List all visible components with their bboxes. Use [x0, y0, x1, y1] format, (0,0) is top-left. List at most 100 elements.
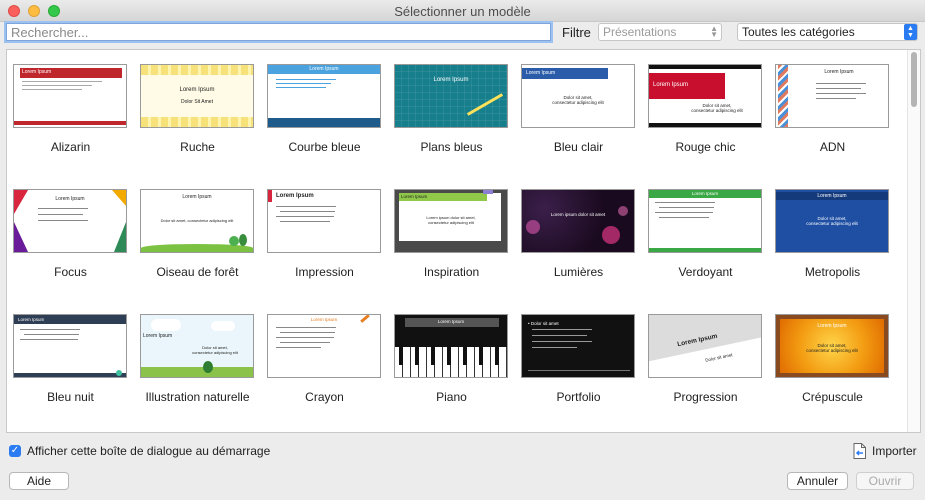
template-thumbnail[interactable]: Lorem Ipsum: [394, 64, 508, 128]
show-at-startup-label: Afficher cette boîte de dialogue au déma…: [27, 444, 271, 458]
thumb-decoration: [276, 216, 334, 217]
template-thumbnail[interactable]: Lorem Ipsum Dolor sit amet, consectetur …: [775, 314, 889, 378]
open-button[interactable]: Ouvrir: [856, 472, 914, 490]
thumb-subtitle: Dolor sit amet, consectetur adipiscing e…: [691, 103, 743, 113]
template-tile[interactable]: Lorem Ipsum Dolor sit amet, consectetur …: [769, 175, 896, 279]
template-thumbnail[interactable]: Lorem Ipsum Dolor Sit Amet: [140, 64, 254, 128]
thumb-title: • Dolor sit amet: [528, 321, 559, 326]
import-icon[interactable]: [853, 443, 866, 459]
template-thumbnail[interactable]: Lorem Ipsum Dolor sit amet, consectetur …: [140, 189, 254, 253]
thumb-title: Lorem Ipsum: [691, 191, 719, 196]
thumb-decoration: [395, 65, 507, 127]
template-label: Focus: [54, 265, 87, 279]
thumb-decoration: [203, 361, 213, 373]
thumb-decoration: [532, 341, 592, 342]
template-label: Rouge chic: [675, 140, 736, 154]
template-thumbnail[interactable]: Lorem Ipsum: [267, 64, 381, 128]
thumb-decoration: [655, 212, 713, 213]
thumb-decoration: [114, 222, 126, 252]
template-grid: Lorem Ipsum Alizarin Lorem Ipsum Dolor S…: [6, 49, 921, 433]
template-tile[interactable]: Lorem Ipsum Dolor sit amet, consectetur …: [769, 300, 896, 404]
template-label: Ruche: [180, 140, 215, 154]
template-tile[interactable]: Lorem Ipsum Lorem ipsum dolor sit amet, …: [388, 175, 515, 279]
thumb-decoration: [532, 329, 592, 330]
template-tile[interactable]: Lorem Ipsum Verdoyant: [642, 175, 769, 279]
thumb-decoration: [602, 226, 620, 244]
template-thumbnail[interactable]: Lorem Ipsum Dolor sit amet, consectetur …: [775, 189, 889, 253]
vertical-scrollbar[interactable]: [907, 50, 920, 432]
template-tile[interactable]: Lorem Ipsum Dolor sit amet, consectetur …: [515, 50, 642, 154]
thumb-decoration: [522, 190, 634, 252]
template-thumbnail[interactable]: Lorem Ipsum: [267, 314, 381, 378]
template-tile[interactable]: • Dolor sit amet Portfolio: [515, 300, 642, 404]
template-thumbnail[interactable]: Lorem Ipsum: [267, 189, 381, 253]
template-tile[interactable]: Lorem Ipsum Dolor Sit Amet Ruche: [134, 50, 261, 154]
thumb-decoration: [239, 234, 247, 246]
thumb-subtitle: Dolor sit amet, consectetur adipiscing e…: [192, 345, 238, 355]
thumb-title: Lorem Ipsum: [401, 194, 428, 199]
template-tile[interactable]: Lorem Ipsum Dolor sit amet, consectetur …: [642, 50, 769, 154]
template-tile[interactable]: Lorem Ipsum ADN: [769, 50, 896, 154]
template-label: Bleu nuit: [47, 390, 94, 404]
thumb-title: Lorem Ipsum: [433, 77, 469, 83]
thumb-decoration: [141, 117, 253, 127]
template-thumbnail[interactable]: Lorem Ipsum: [394, 314, 508, 378]
help-button[interactable]: Aide: [9, 472, 69, 490]
scroll-thumb[interactable]: [911, 52, 917, 107]
template-thumbnail[interactable]: Lorem Ipsum Lorem ipsum dolor sit amet, …: [394, 189, 508, 253]
template-tile[interactable]: Lorem Ipsum Plans bleus: [388, 50, 515, 154]
thumb-subtitle: Dolor sit amet, consectetur adipiscing e…: [806, 216, 858, 226]
template-thumbnail[interactable]: Lorem Ipsum: [13, 64, 127, 128]
template-tile[interactable]: Lorem Ipsum Dolor sit amet Progression: [642, 300, 769, 404]
template-thumbnail[interactable]: Lorem Ipsum Dolor sit amet: [648, 314, 762, 378]
thumb-decoration: [276, 337, 334, 338]
template-thumbnail[interactable]: Lorem Ipsum Dolor sit amet, consectetur …: [648, 64, 762, 128]
type-filter-select[interactable]: Présentations ▲ ▼: [598, 23, 722, 41]
search-input[interactable]: [6, 23, 551, 41]
category-filter-select[interactable]: Toutes les catégories ▲ ▼: [737, 23, 918, 41]
template-thumbnail[interactable]: Lorem Ipsum: [775, 64, 889, 128]
thumb-decoration: [22, 89, 82, 90]
template-thumbnail[interactable]: Lorem Ipsum: [648, 189, 762, 253]
thumb-decoration: [280, 211, 335, 212]
template-label: Illustration naturelle: [145, 390, 250, 404]
thumb-title: Lorem Ipsum: [179, 87, 215, 93]
template-label: Courbe bleue: [288, 140, 361, 154]
template-tile[interactable]: Lorem Ipsum Impression: [261, 175, 388, 279]
template-tile[interactable]: Lorem Ipsum Piano: [388, 300, 515, 404]
template-tile[interactable]: Lorem Ipsum Courbe bleue: [261, 50, 388, 154]
cancel-button[interactable]: Annuler: [787, 472, 848, 490]
thumb-decoration: [38, 220, 88, 221]
template-label: Verdoyant: [678, 265, 733, 279]
thumb-decoration: [141, 367, 253, 377]
thumb-decoration: [276, 87, 326, 88]
template-tile[interactable]: Lorem ipsum dolor sit amet Lumières: [515, 175, 642, 279]
template-label: ADN: [819, 140, 846, 154]
template-tile[interactable]: Lorem Ipsum Alizarin: [7, 50, 134, 154]
template-label: Plans bleus: [420, 140, 483, 154]
template-label: Oiseau de forêt: [156, 265, 239, 279]
thumb-decoration: [276, 79, 336, 80]
template-tile[interactable]: Lorem Ipsum Focus: [7, 175, 134, 279]
template-tile[interactable]: Lorem Ipsum Dolor sit amet, consectetur …: [134, 300, 261, 404]
template-thumbnail[interactable]: Lorem ipsum dolor sit amet: [521, 189, 635, 253]
import-label[interactable]: Importer: [872, 444, 917, 458]
thumb-title: Lorem Ipsum: [22, 69, 52, 75]
template-thumbnail[interactable]: Lorem Ipsum Dolor sit amet, consectetur …: [140, 314, 254, 378]
template-tile[interactable]: Lorem Ipsum Bleu nuit: [7, 300, 134, 404]
template-thumbnail[interactable]: • Dolor sit amet: [521, 314, 635, 378]
template-tile[interactable]: Lorem Ipsum Dolor sit amet, consectetur …: [134, 175, 261, 279]
thumb-title: Lorem Ipsum: [817, 323, 847, 329]
title-bar: Sélectionner un modèle: [0, 0, 925, 22]
filter-label: Filtre: [562, 25, 591, 40]
thumb-decoration: [116, 370, 122, 376]
template-thumbnail[interactable]: Lorem Ipsum: [13, 314, 127, 378]
template-label: Impression: [295, 265, 354, 279]
template-thumbnail[interactable]: Lorem Ipsum Dolor sit amet, consectetur …: [521, 64, 635, 128]
template-thumbnail[interactable]: Lorem Ipsum: [13, 189, 127, 253]
thumb-subtitle: Dolor sit amet, consectetur adipiscing e…: [806, 343, 858, 353]
template-tile[interactable]: Lorem Ipsum Crayon: [261, 300, 388, 404]
show-at-startup-checkbox[interactable]: ✓: [9, 445, 21, 457]
thumb-decoration: [659, 207, 714, 208]
template-label: Portfolio: [556, 390, 601, 404]
